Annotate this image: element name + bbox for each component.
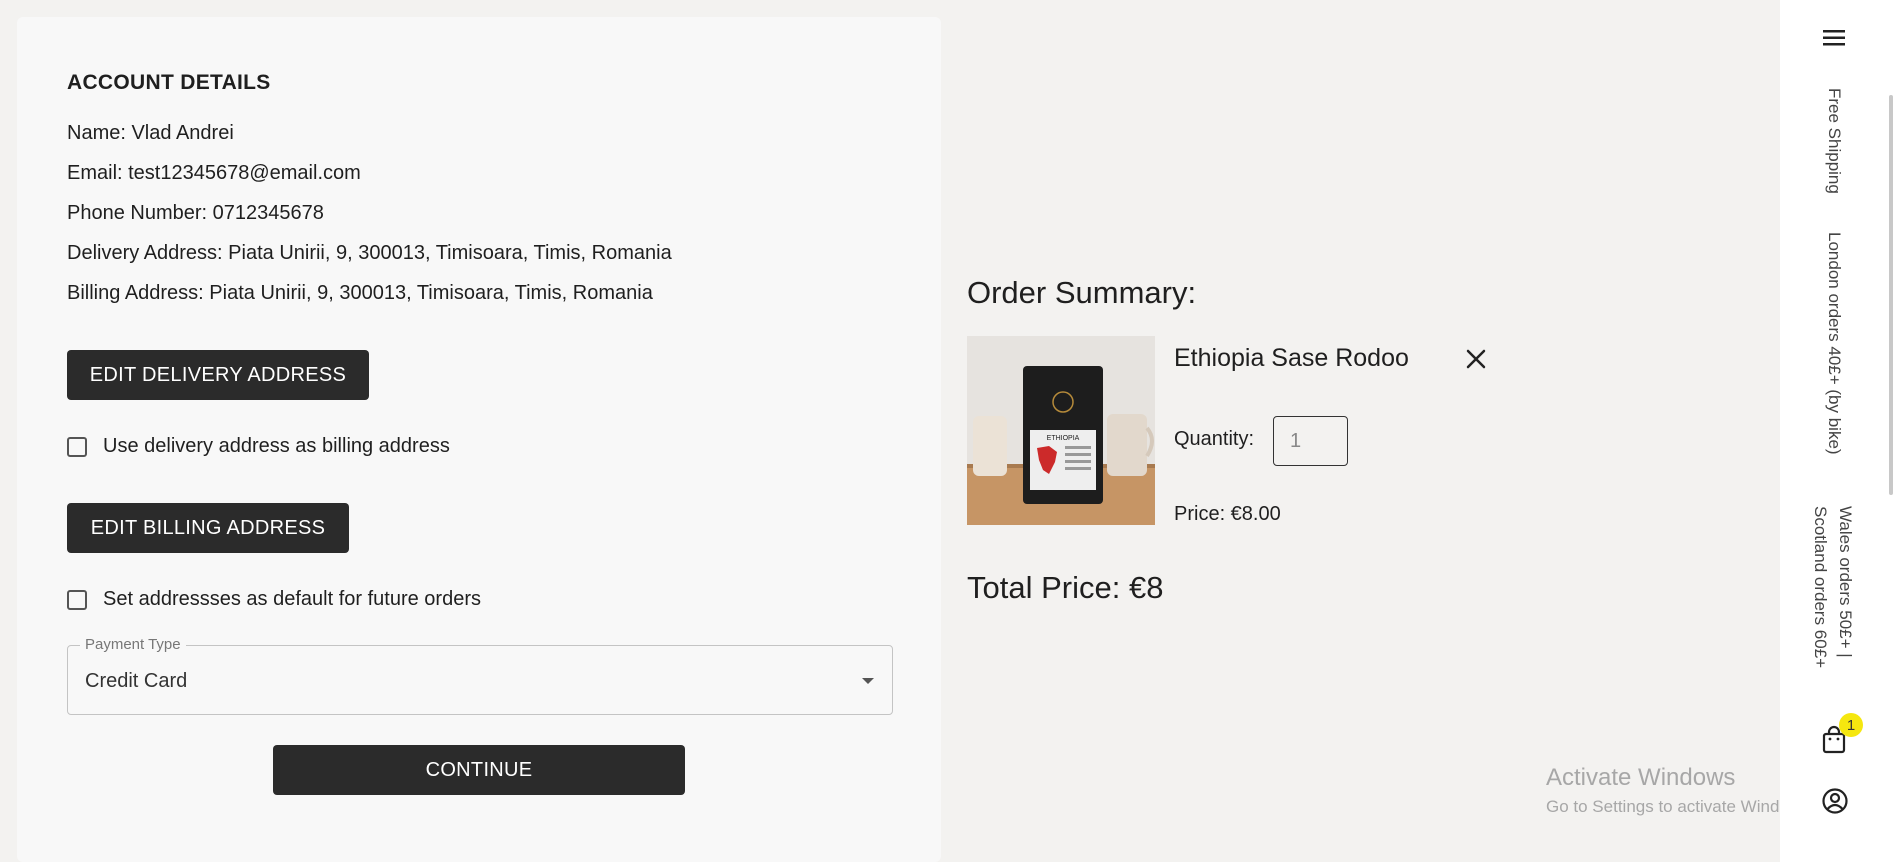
activate-windows-subtitle: Go to Settings to activate Windows.	[1546, 797, 1815, 816]
quantity-label: Quantity:	[1174, 428, 1255, 450]
cart-count-badge: 1	[1839, 713, 1863, 737]
package-label-text: ETHIOPIA	[1047, 435, 1080, 442]
product-name: Ethiopia Sase Rodoo	[1174, 344, 1409, 372]
account-details-title: ACCOUNT DETAILS	[67, 71, 271, 94]
continue-button[interactable]: CONTINUE	[273, 745, 685, 795]
item-price: Price: €8.00	[1174, 503, 1281, 525]
delivery-address: Delivery Address: Piata Unirii, 9, 30001…	[67, 242, 672, 264]
account-name: Name: Vlad Andrei	[67, 122, 234, 144]
product-image: ETHIOPIA	[967, 336, 1155, 525]
order-summary-title: Order Summary:	[967, 275, 1197, 310]
set-default-row[interactable]: Set addressses as default for future ord…	[67, 588, 481, 611]
account-phone: Phone Number: 0712345678	[67, 202, 324, 224]
scrollbar[interactable]	[1889, 95, 1893, 495]
billing-address: Billing Address: Piata Unirii, 9, 300013…	[67, 282, 653, 304]
payment-type-legend: Payment Type	[80, 636, 186, 653]
account-email: Email: test12345678@email.com	[67, 162, 361, 184]
payment-type-value: Credit Card	[85, 670, 188, 692]
edit-billing-address-button[interactable]: EDIT BILLING ADDRESS	[67, 503, 349, 553]
banner-wales: Wales orders 50£+ |	[1836, 506, 1855, 658]
use-delivery-as-billing-row[interactable]: Use delivery address as billing address	[67, 435, 450, 458]
edit-delivery-address-button[interactable]: EDIT DELIVERY ADDRESS	[67, 350, 369, 400]
use-delivery-as-billing-checkbox[interactable]	[67, 436, 87, 457]
banner-free-shipping: Free Shipping	[1825, 88, 1844, 194]
use-delivery-as-billing-label: Use delivery address as billing address	[103, 435, 450, 457]
right-sidebar: Free Shipping London orders 40£+ (by bik…	[1780, 0, 1895, 862]
set-default-checkbox[interactable]	[67, 589, 87, 610]
total-price: Total Price: €8	[967, 570, 1164, 605]
hamburger-menu-icon[interactable]	[1821, 27, 1849, 49]
banner-scotland: Scotland orders 60£+	[1811, 506, 1830, 669]
payment-type-select[interactable]: Payment Type Credit Card	[67, 636, 893, 715]
close-icon[interactable]	[1463, 346, 1489, 372]
quantity-input[interactable]	[1273, 416, 1348, 466]
account-icon[interactable]	[1821, 787, 1849, 815]
account-details-panel: ACCOUNT DETAILS Name: Vlad Andrei Email:…	[17, 17, 941, 862]
activate-windows-title: Activate Windows	[1546, 764, 1736, 791]
banner-london: London orders 40£+ (by bike)	[1825, 232, 1844, 455]
set-default-label: Set addressses as default for future ord…	[103, 588, 481, 610]
dropdown-arrow-icon	[862, 678, 874, 684]
